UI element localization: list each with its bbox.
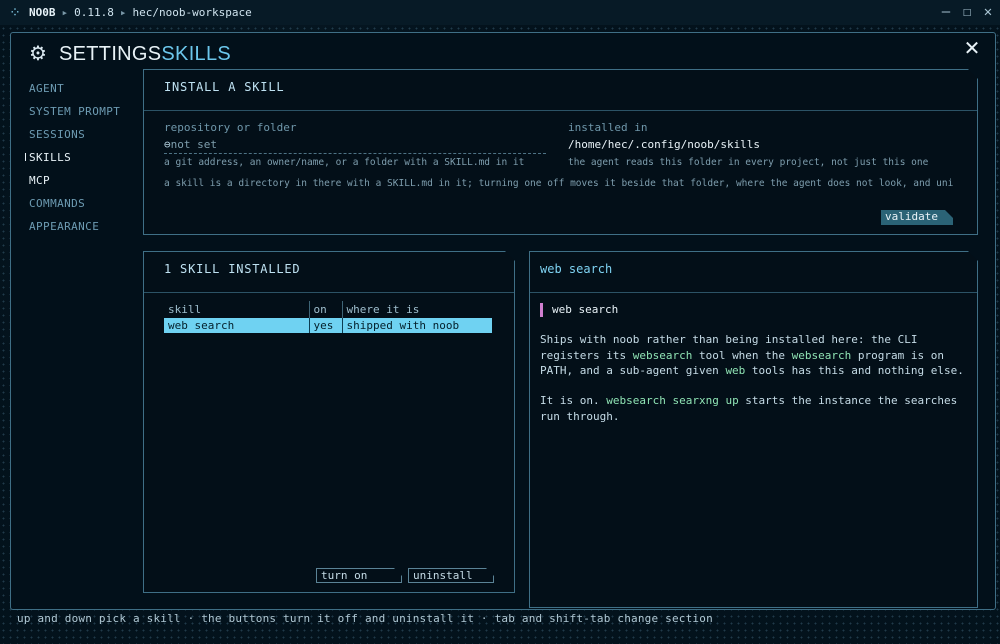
sidebar-item-system-prompt[interactable]: SYSTEM PROMPT <box>29 100 144 123</box>
sidebar-item-agent[interactable]: AGENT <box>29 77 144 100</box>
dialog-header: ⚙ SETTINGS SKILLS <box>29 41 231 67</box>
divider <box>144 292 514 293</box>
title-bar: ⁘ NO0B ▸ 0.11.8 ▸ hec/noob-workspace — ☐… <box>0 0 1000 25</box>
settings-sidebar: AGENT SYSTEM PROMPT SESSIONS SKILLS MCP … <box>25 77 144 238</box>
sidebar-item-skills[interactable]: SKILLS <box>25 146 144 169</box>
app-version: 0.11.8 <box>74 6 114 19</box>
keyboard-hint-footer: up and down pick a skill · the buttons t… <box>17 612 713 625</box>
column-header-where: where it is <box>346 303 420 316</box>
sidebar-item-sessions[interactable]: SESSIONS <box>29 123 144 146</box>
detail-status: It is on. websearch searxng up starts th… <box>540 393 970 424</box>
text-line: Ships with noob rather than being instal… <box>540 333 918 346</box>
breadcrumb-separator-icon: ▸ <box>119 6 127 19</box>
repository-hint: a git address, an owner/name, or a folde… <box>164 157 525 168</box>
repository-input-underline <box>164 153 546 154</box>
divider <box>144 110 977 111</box>
link-icon: ⊖ <box>164 138 171 151</box>
text-line: It is on. websearch searxng up starts th… <box>540 394 958 407</box>
repository-input[interactable]: ⊖not set <box>164 138 217 151</box>
sidebar-item-commands[interactable]: COMMANDS <box>29 192 144 215</box>
detail-skill-name: web search <box>540 303 618 316</box>
detail-description: Ships with noob rather than being instal… <box>540 332 970 379</box>
skills-list-panel: 1 SKILL INSTALLED skill on where it is w… <box>143 251 515 593</box>
cell-where: shipped with noob <box>342 318 492 333</box>
detail-title: web search <box>540 262 613 276</box>
skills-panel-title: 1 SKILL INSTALLED <box>164 262 301 276</box>
cell-skill: web search <box>164 318 309 333</box>
text-line: PATH, and a sub-agent given web tools ha… <box>540 364 964 377</box>
installed-hint: the agent reads this folder in every pro… <box>568 157 929 168</box>
turn-on-button[interactable]: turn on <box>316 568 402 583</box>
install-panel-title: INSTALL A SKILL <box>164 80 285 94</box>
cell-on: yes <box>309 318 342 333</box>
table-row[interactable]: web search yes shipped with noob <box>164 318 492 333</box>
settings-dialog: ⚙ SETTINGS SKILLS ✕ AGENT SYSTEM PROMPT S… <box>10 32 996 610</box>
gear-icon: ⚙ <box>29 43 48 65</box>
skill-detail-panel: web search web search Ships with noob ra… <box>529 251 978 608</box>
install-note: a skill is a directory in there with a S… <box>164 178 954 189</box>
column-header-skill: skill <box>164 301 309 318</box>
install-skill-panel: INSTALL A SKILL repository or folder ⊖no… <box>143 69 978 235</box>
table-header-row: skill on where it is <box>164 301 492 318</box>
maximize-icon[interactable]: ☐ <box>958 3 976 21</box>
minimize-icon[interactable]: — <box>937 3 955 21</box>
sidebar-item-appearance[interactable]: APPEARANCE <box>29 215 144 238</box>
workspace-path: hec/noob-workspace <box>132 6 252 19</box>
installed-in-label: installed in <box>568 121 648 134</box>
divider <box>530 292 977 293</box>
repository-placeholder: not set <box>170 138 217 151</box>
validate-button[interactable]: validate <box>881 210 953 225</box>
window-close-icon[interactable]: ✕ <box>979 3 997 21</box>
app-name: NO0B <box>29 6 56 19</box>
dialog-section-title: SKILLS <box>161 42 232 65</box>
column-header-on: on <box>309 301 342 318</box>
breadcrumb-separator-icon: ▸ <box>61 6 69 19</box>
text-line: run through. <box>540 409 620 423</box>
uninstall-button[interactable]: uninstall <box>408 568 494 583</box>
installed-path: /home/hec/.config/noob/skills <box>568 138 761 151</box>
close-icon[interactable]: ✕ <box>961 37 983 59</box>
noob-logo-icon: ⁘ <box>9 4 21 21</box>
sidebar-item-mcp[interactable]: MCP <box>29 169 144 192</box>
repository-label: repository or folder <box>164 121 297 134</box>
skills-table: skill on where it is web search yes ship… <box>164 301 492 333</box>
dialog-title: SETTINGS <box>59 42 162 65</box>
text-line: registers its websearch tool when the we… <box>540 348 944 362</box>
